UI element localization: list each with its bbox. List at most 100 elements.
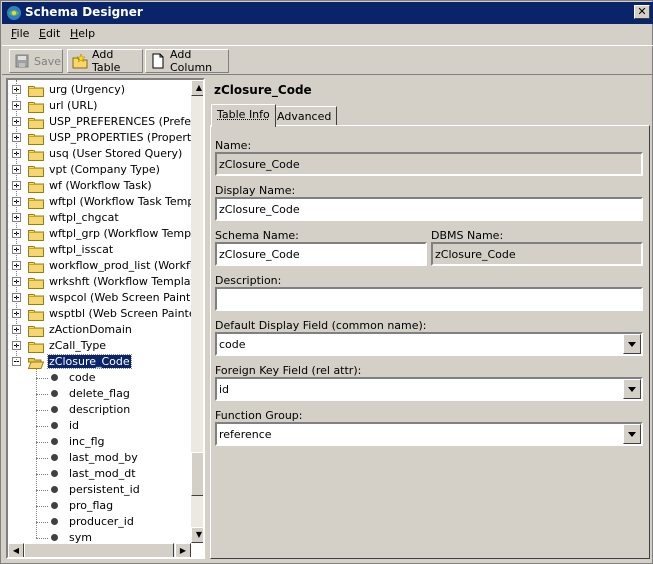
default-display-field-label: Default Display Field (common name): <box>215 319 427 332</box>
tree-item-table[interactable]: vpt (Company Type) <box>8 162 193 178</box>
tree-horizontal-scrollbar[interactable]: ◀ ▶ <box>8 543 191 557</box>
tree-column-label: description <box>69 403 131 416</box>
menu-edit-label: dit <box>45 27 61 40</box>
tree-item-table[interactable]: USP_PREFERENCES (Prefere <box>8 114 202 130</box>
tree-item-table[interactable]: zCall_Type <box>8 338 193 354</box>
tree-table-label: wftpl_isscat <box>49 243 114 256</box>
name-field: zClosure_Code <box>215 152 643 176</box>
display-name-label: Display Name: <box>215 184 296 197</box>
tree-table-label: USP_PREFERENCES (Prefere <box>49 115 203 128</box>
tab-advanced[interactable]: Advanced <box>271 106 338 126</box>
tree-connector <box>36 522 48 523</box>
tree-item-table[interactable]: wftpl_grp (Workflow Templat <box>8 226 203 242</box>
add-column-button[interactable]: Add Column <box>145 48 229 74</box>
tree-item-table[interactable]: usq (User Stored Query) <box>8 146 193 162</box>
tree-item-table[interactable]: wspcol (Web Screen Painter <box>8 290 202 306</box>
menu-help-label: elp <box>78 27 96 40</box>
tree-table-label: wftpl_chgcat <box>49 211 119 224</box>
default-display-field-select[interactable]: code <box>215 332 643 356</box>
scroll-right-button[interactable]: ▶ <box>175 543 191 557</box>
close-button[interactable]: ✕ <box>634 5 650 19</box>
tab-table-info-label: Table Info <box>217 108 270 121</box>
folder-icon <box>28 132 44 145</box>
folder-icon <box>28 100 44 113</box>
tree-table-label: urg (Urgency) <box>49 83 126 96</box>
chevron-down-icon[interactable] <box>623 379 641 399</box>
function-group-select[interactable]: reference <box>215 422 643 446</box>
chevron-down-icon[interactable] <box>623 334 641 354</box>
tree-table-label: wftpl (Workflow Task Template <box>49 195 205 208</box>
add-table-button[interactable]: Add Table <box>67 48 143 74</box>
folder-icon <box>28 292 44 305</box>
column-icon <box>51 470 58 477</box>
function-group-label: Function Group: <box>215 409 303 422</box>
tab-table-info[interactable]: Table Info <box>211 104 276 127</box>
tree-column-label: delete_flag <box>69 387 130 400</box>
tree-column-label: producer_id <box>69 515 134 528</box>
tree-item-table[interactable]: wf (Workflow Task) <box>8 178 193 194</box>
tree-column-label: pro_flag <box>69 499 114 512</box>
tree-item-table[interactable]: workflow_prod_list (Workflov <box>8 258 203 274</box>
display-name-input[interactable]: zClosure_Code <box>215 197 643 221</box>
column-icon <box>51 374 58 381</box>
tree-column-label: id <box>69 419 80 432</box>
scroll-up-icon: ▲ <box>195 83 203 92</box>
tree-connector <box>36 442 48 443</box>
schema-name-input[interactable]: zClosure_Code <box>215 242 427 266</box>
menu-help[interactable]: Help <box>70 27 95 40</box>
column-icon <box>51 390 58 397</box>
tree-item-table[interactable]: wrkshft (Workflow Template <box>8 274 202 290</box>
tree-connector <box>36 458 48 459</box>
tree-item-table[interactable]: wftpl_chgcat <box>8 210 193 226</box>
detail-tabs: Table Info Advanced <box>210 104 650 127</box>
tree-item-table[interactable]: zActionDomain <box>8 322 193 338</box>
scroll-down-button[interactable]: ▼ <box>191 527 203 543</box>
description-input[interactable] <box>215 287 643 311</box>
tree-item-table[interactable]: url (URL) <box>8 98 193 114</box>
chevron-down-icon[interactable] <box>623 424 641 444</box>
table-info-form: Name: zClosure_Code Display Name: zClosu… <box>210 125 650 559</box>
tree-column-label: last_mod_by <box>69 451 138 464</box>
column-icon <box>51 534 58 541</box>
tree-item-table[interactable]: USP_PROPERTIES (Property) <box>8 130 202 146</box>
column-icon <box>51 406 58 413</box>
add-column-label: Add Column <box>170 48 213 74</box>
tree-table-label: workflow_prod_list (Workflov <box>49 259 205 272</box>
close-icon: ✕ <box>637 5 647 18</box>
save-label: Save <box>34 54 62 68</box>
foreign-key-field-label: Foreign Key Field (rel attr): <box>215 364 362 377</box>
tree-table-label: zActionDomain <box>49 323 132 336</box>
horizontal-scroll-thumb[interactable] <box>24 543 174 557</box>
display-name-value: zClosure_Code <box>219 203 300 216</box>
tree-column-label: inc_flg <box>69 435 105 448</box>
column-icon <box>51 518 58 525</box>
menu-edit-mnemonic: E <box>39 27 46 40</box>
schema-tree[interactable]: urg (Urgency) url (URL) USP_PREFERENCES (P… <box>6 78 205 559</box>
description-label: Description: <box>215 274 282 287</box>
menu-file-label: ile <box>16 27 30 40</box>
menu-file[interactable]: File <box>11 27 29 40</box>
tree-selected-table-label: zClosure_Code <box>47 354 132 369</box>
column-icon <box>51 422 58 429</box>
menu-edit[interactable]: Edit <box>39 27 60 40</box>
folder-icon <box>28 276 44 289</box>
scroll-left-icon: ◀ <box>12 546 20 555</box>
vertical-scroll-thumb[interactable] <box>191 452 203 496</box>
save-button[interactable]: Save <box>9 49 63 73</box>
menu-bar: File Edit Help <box>2 24 653 44</box>
folder-icon <box>28 324 44 337</box>
tree-item-table[interactable]: urg (Urgency) <box>8 82 193 98</box>
dbms-name-field: zClosure_Code <box>431 242 643 266</box>
scroll-up-button[interactable]: ▲ <box>191 80 203 96</box>
column-icon <box>51 438 58 445</box>
tree-vertical-scrollbar[interactable]: ▲ ▼ <box>191 80 203 543</box>
tree-item-table[interactable]: wftpl (Workflow Task Template <box>8 194 203 210</box>
scroll-left-button[interactable]: ◀ <box>8 543 24 557</box>
tree-column-label: persistent_id <box>69 483 140 496</box>
tree-item-table[interactable]: wsptbl (Web Screen Painter <box>8 306 200 322</box>
foreign-key-field-select[interactable]: id <box>215 377 643 401</box>
tree-item-table[interactable]: wftpl_isscat <box>8 242 193 258</box>
tree-connector <box>36 538 48 539</box>
tree-table-label: usq (User Stored Query) <box>49 147 183 160</box>
folder-icon <box>28 196 44 209</box>
